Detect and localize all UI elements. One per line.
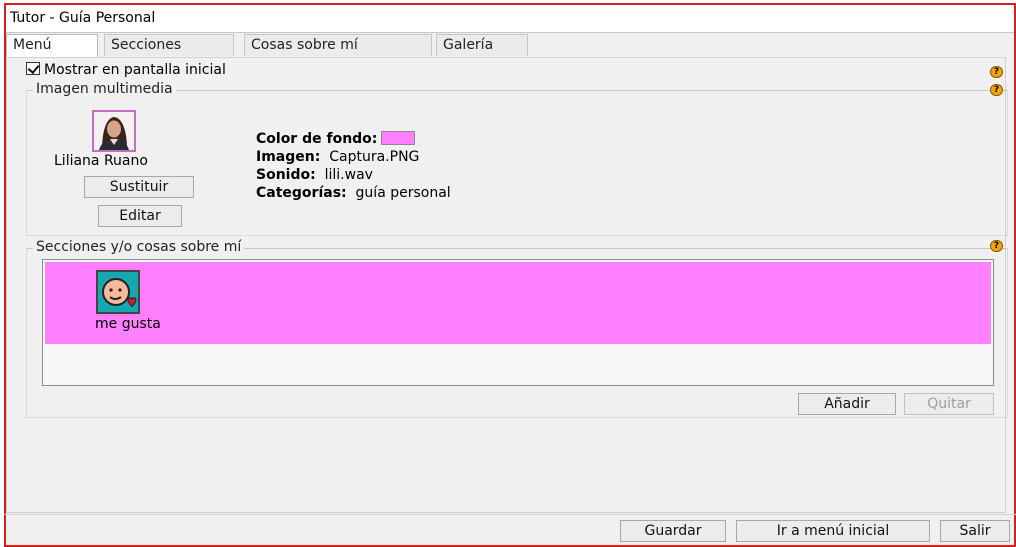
footer-divider [4, 514, 1016, 515]
background-color-key: Color de fondo: [256, 131, 378, 147]
sections-list[interactable] [42, 259, 994, 386]
section-item-label[interactable]: me gusta [95, 316, 161, 332]
show-on-start-option[interactable]: Mostrar en pantalla inicial [26, 62, 226, 78]
tab-galeria[interactable]: Galería [436, 34, 528, 56]
categories-key: Categorías: [256, 185, 347, 201]
tab-menu[interactable]: Menú [6, 34, 98, 58]
window-title: Tutor - Guía Personal [6, 5, 1014, 33]
sections-strip [45, 262, 991, 344]
categories-row: Categorías: guía personal [256, 184, 451, 202]
edit-button[interactable]: Editar [98, 205, 182, 227]
categories-value: guía personal [355, 185, 451, 201]
media-properties: Color de fondo: Imagen: Captura.PNG Soni… [256, 130, 451, 202]
person-photo [92, 110, 136, 152]
add-button[interactable]: Añadir [798, 393, 896, 415]
help-icon[interactable]: ? [990, 66, 1003, 78]
tab-secciones[interactable]: Secciones [104, 34, 234, 56]
save-button[interactable]: Guardar [620, 520, 726, 542]
image-row: Imagen: Captura.PNG [256, 148, 451, 166]
exit-button[interactable]: Salir [940, 520, 1010, 542]
image-key: Imagen: [256, 149, 321, 165]
show-on-start-label: Mostrar en pantalla inicial [44, 62, 226, 78]
multimedia-group-title: Imagen multimedia [33, 81, 176, 97]
help-icon[interactable]: ? [990, 84, 1003, 96]
show-on-start-checkbox[interactable] [26, 62, 40, 75]
sections-group-title: Secciones y/o cosas sobre mí [33, 239, 245, 255]
help-icon[interactable]: ? [990, 240, 1003, 252]
sound-key: Sonido: [256, 167, 316, 183]
remove-button: Quitar [904, 393, 994, 415]
image-value: Captura.PNG [329, 149, 420, 165]
background-color-swatch[interactable] [381, 131, 416, 145]
sound-row: Sonido: lili.wav [256, 166, 451, 184]
face-heart-icon[interactable] [96, 270, 140, 314]
sound-value: lili.wav [324, 167, 373, 183]
person-name: Liliana Ruano [54, 153, 148, 169]
background-color-row: Color de fondo: [256, 130, 451, 148]
home-menu-button[interactable]: Ir a menú inicial [736, 520, 930, 542]
replace-button[interactable]: Sustituir [84, 176, 194, 198]
tab-cosas-sobre-mi[interactable]: Cosas sobre mí [244, 34, 432, 56]
